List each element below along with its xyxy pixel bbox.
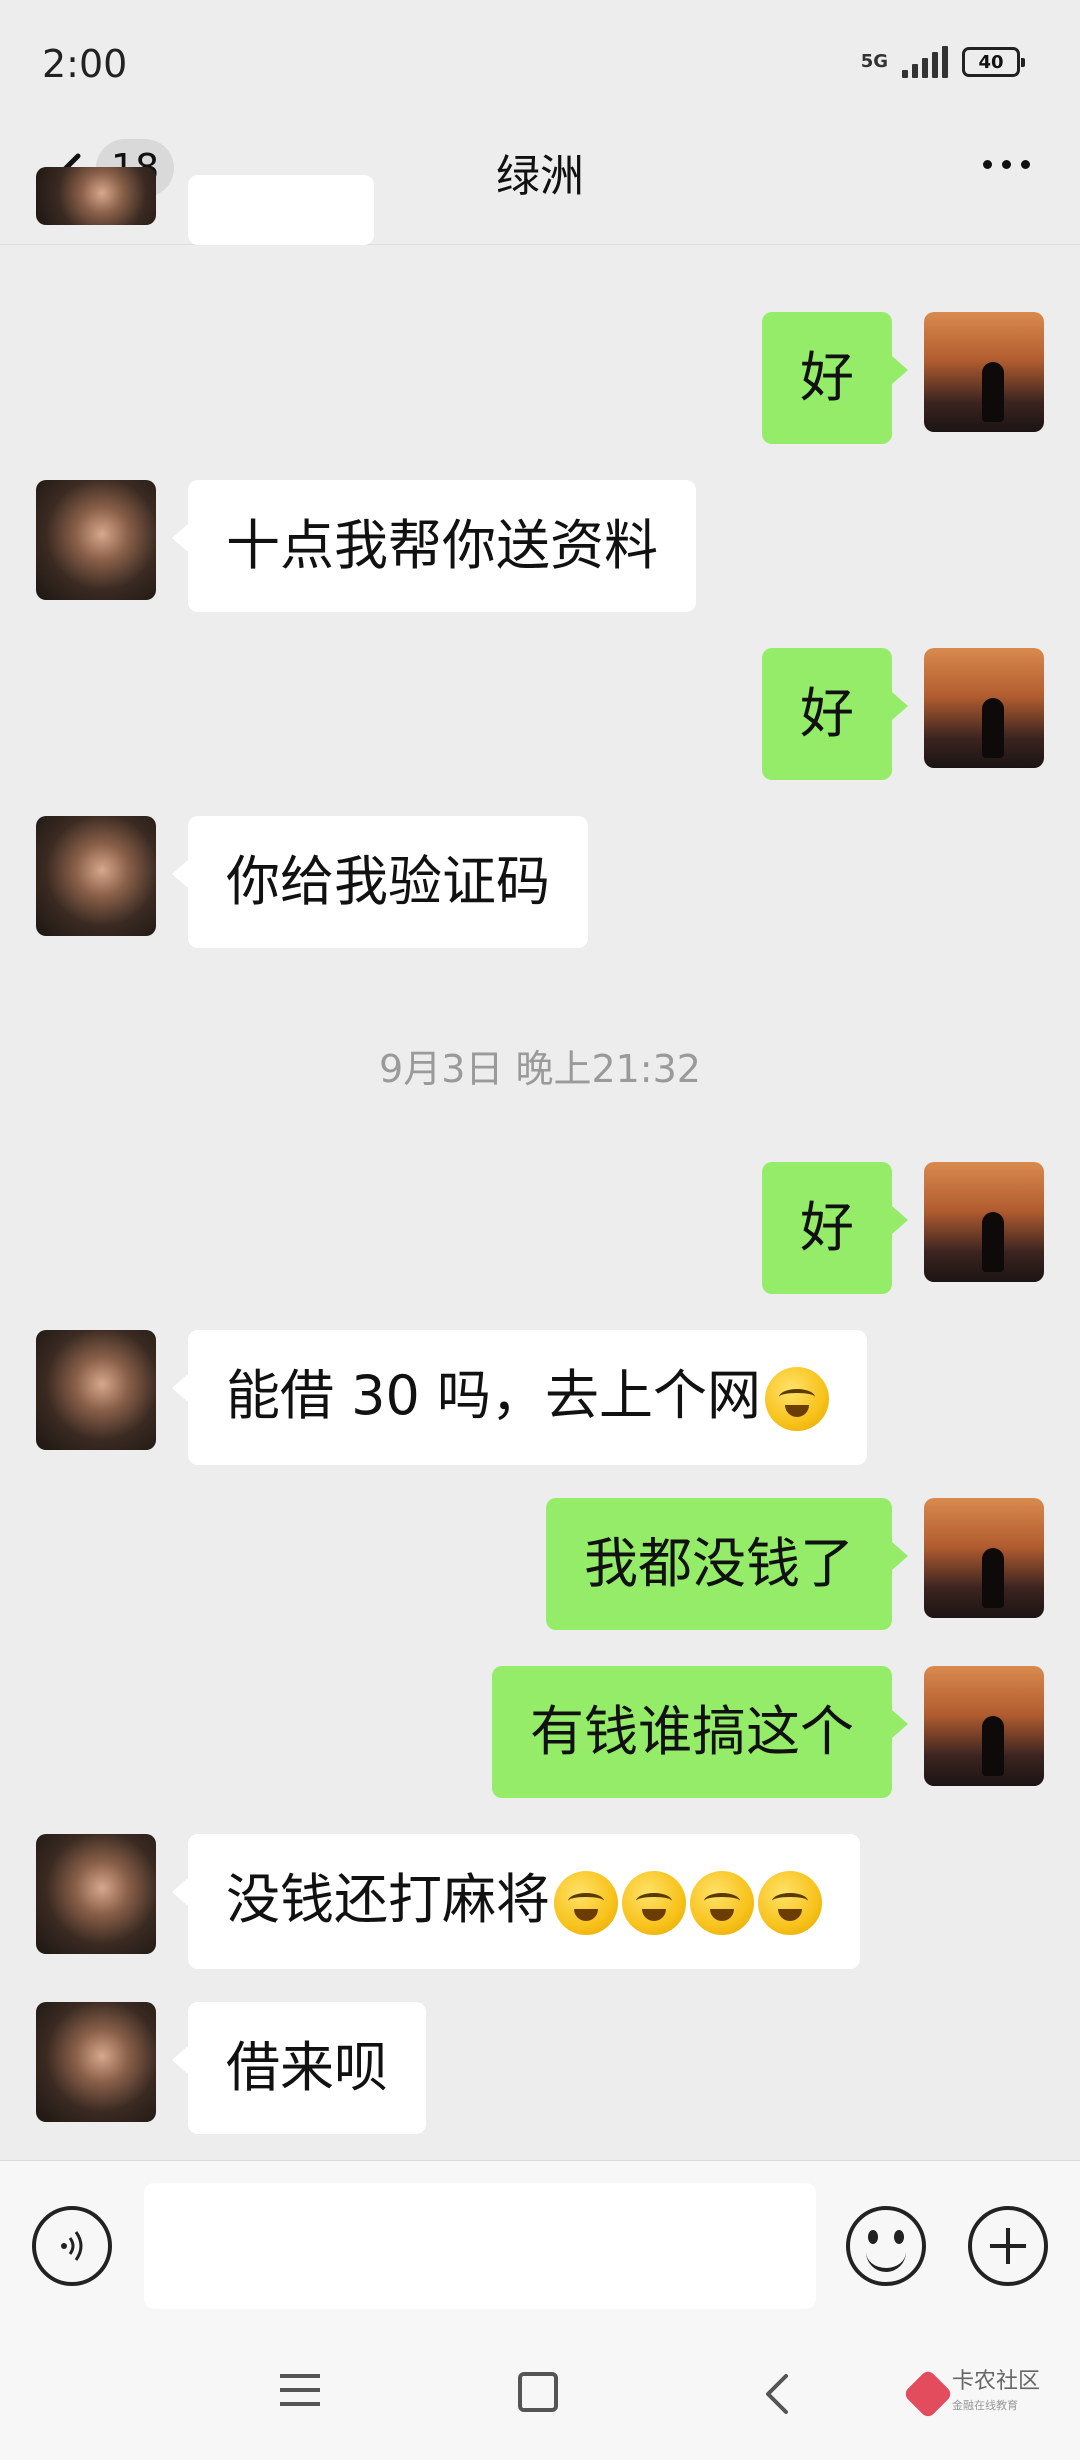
more-options-icon[interactable] bbox=[983, 160, 1030, 169]
message-bubble-friend[interactable]: 没钱还打麻将 bbox=[172, 1834, 860, 1970]
message-text: 能借 30 吗，去上个网 bbox=[226, 1364, 762, 1427]
message-row-friend: 借来呗 bbox=[36, 2002, 426, 2134]
chat-title: 绿洲 bbox=[496, 151, 584, 202]
tears-of-joy-emoji-icon bbox=[554, 1871, 618, 1936]
friend-avatar[interactable] bbox=[36, 2002, 156, 2122]
friend-avatar[interactable] bbox=[36, 1330, 156, 1450]
message-row-friend: 你给我验证码 bbox=[36, 816, 588, 948]
status-icons: 5G 40 bbox=[860, 46, 1025, 78]
watermark-tagline: 金融在线教育 bbox=[951, 2399, 1018, 2412]
sound-wave-icon bbox=[61, 2231, 83, 2261]
nav-back-chevron-icon[interactable] bbox=[762, 2370, 792, 2418]
message-row-self: 好 bbox=[762, 1162, 1044, 1294]
message-bubble-friend[interactable]: 十点我帮你送资料 bbox=[172, 480, 696, 612]
friend-avatar[interactable] bbox=[36, 167, 156, 225]
status-bar: 2:00 5G 40 bbox=[0, 0, 1080, 130]
message-bubble-friend[interactable]: 能借 30 吗，去上个网 bbox=[171, 1330, 868, 1466]
status-time: 2:00 bbox=[42, 42, 128, 86]
signal-strength-icon bbox=[902, 46, 948, 78]
more-functions-plus-icon[interactable] bbox=[968, 2206, 1048, 2286]
input-bar bbox=[0, 2160, 1080, 2330]
home-square-icon[interactable] bbox=[518, 2372, 558, 2412]
self-avatar[interactable] bbox=[924, 1162, 1044, 1282]
message-row-self: 好 bbox=[762, 648, 1044, 780]
tears-of-joy-emoji-icon bbox=[758, 1871, 822, 1936]
message-text: 没钱还打麻将 bbox=[226, 1868, 550, 1931]
tears-of-joy-emoji-icon bbox=[622, 1871, 686, 1936]
recent-apps-menu-icon[interactable] bbox=[280, 2374, 320, 2416]
message-bubble-friend[interactable]: 借来呗 bbox=[172, 2002, 426, 2134]
message-timestamp: 9月3日 晚上21:32 bbox=[379, 1047, 701, 1091]
message-row-self: 好 bbox=[762, 312, 1044, 444]
message-bubble-partial bbox=[188, 175, 374, 245]
message-input[interactable] bbox=[144, 2183, 816, 2309]
watermark-logo-icon bbox=[902, 2368, 954, 2420]
self-avatar[interactable] bbox=[924, 312, 1044, 432]
voice-input-icon[interactable] bbox=[32, 2206, 112, 2286]
watermark-name: 卡农社区 bbox=[951, 2369, 1040, 2394]
self-avatar[interactable] bbox=[924, 1498, 1044, 1618]
network-5g-indicator: 5G bbox=[860, 51, 888, 72]
message-row-self: 有钱谁搞这个 bbox=[492, 1666, 1044, 1798]
friend-avatar[interactable] bbox=[36, 480, 156, 600]
message-row-self: 我都没钱了 bbox=[546, 1498, 1044, 1630]
tears-of-joy-emoji-icon bbox=[690, 1871, 754, 1936]
message-bubble-self[interactable]: 我都没钱了 bbox=[546, 1498, 908, 1630]
battery-icon: 40 bbox=[962, 47, 1025, 77]
message-bubble-self[interactable]: 好 bbox=[762, 312, 908, 444]
message-row-friend: 没钱还打麻将 bbox=[36, 1834, 860, 1970]
friend-avatar[interactable] bbox=[36, 1834, 156, 1954]
friend-avatar[interactable] bbox=[36, 816, 156, 936]
message-bubble-self[interactable]: 有钱谁搞这个 bbox=[492, 1666, 908, 1798]
tears-of-joy-emoji-icon bbox=[765, 1367, 830, 1432]
message-row-friend: 能借 30 吗，去上个网 bbox=[36, 1330, 868, 1466]
self-avatar[interactable] bbox=[924, 648, 1044, 768]
message-row-friend: 十点我帮你送资料 bbox=[36, 480, 696, 612]
emoji-picker-icon[interactable] bbox=[846, 2206, 926, 2286]
message-bubble-self[interactable]: 好 bbox=[762, 1162, 908, 1294]
watermark-text: 卡农社区 金融在线教育 bbox=[952, 2370, 1040, 2418]
self-avatar[interactable] bbox=[924, 1666, 1044, 1786]
message-bubble-self[interactable]: 好 bbox=[762, 648, 908, 780]
message-bubble-friend[interactable]: 你给我验证码 bbox=[172, 816, 588, 948]
watermark: 卡农社区 金融在线教育 bbox=[902, 2368, 1040, 2420]
system-nav-bar: 卡农社区 金融在线教育 bbox=[0, 2330, 1080, 2460]
message-row-partial bbox=[36, 167, 374, 245]
